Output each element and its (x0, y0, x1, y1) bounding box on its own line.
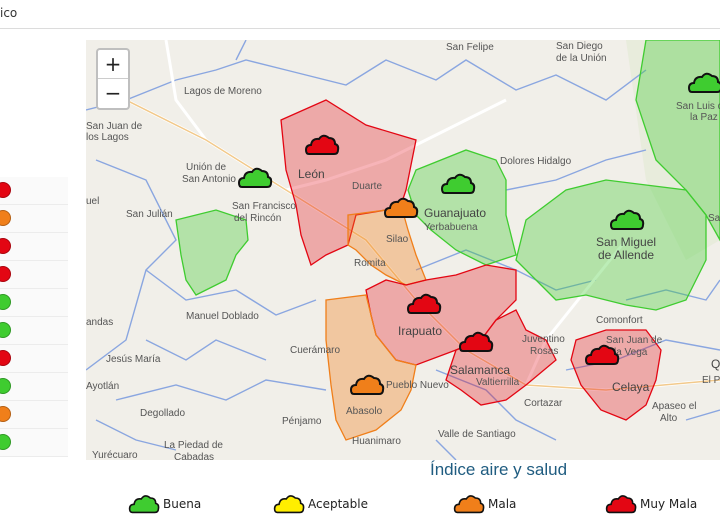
legend-label: Muy Mala (640, 497, 698, 511)
place-label: la Vega (614, 347, 648, 358)
place-label: La Piedad de (164, 440, 223, 451)
legend-item-mala: Mala (453, 493, 553, 517)
cloud-icon (128, 495, 160, 514)
place-label: Apaseo el (652, 401, 696, 412)
legend-label: Aceptable (308, 497, 368, 511)
place-label: Yerbabuena (424, 222, 478, 233)
station-row[interactable] (0, 261, 68, 289)
status-dot (0, 266, 11, 282)
place-label: Jesús María (106, 354, 161, 365)
place-label: de Allende (598, 248, 654, 262)
place-label: Silao (386, 234, 409, 245)
place-label: Romita (354, 258, 386, 269)
legend-label: Mala (488, 497, 517, 511)
cloud-icon (453, 495, 485, 514)
place-label: Q (711, 357, 720, 371)
place-label: Valtierrilla (476, 377, 520, 388)
zoom-out-button[interactable]: − (98, 78, 128, 107)
place-label: del Rincón (234, 213, 281, 224)
place-label: León (298, 167, 325, 181)
place-label: San Luis de (676, 101, 720, 112)
place-label: Dolores Hidalgo (500, 156, 572, 167)
place-label: San Miguel (596, 235, 656, 249)
place-label: Degollado (140, 408, 185, 419)
station-status-list (0, 177, 68, 457)
status-dot (0, 238, 11, 254)
place-label: Salamanca (450, 363, 510, 377)
status-dot (0, 182, 11, 198)
zoom-control: + − (96, 48, 130, 110)
place-label: San Diego (556, 41, 603, 52)
place-label: Cortazar (524, 398, 563, 409)
status-dot (0, 434, 11, 450)
place-label: los Lagos (86, 132, 129, 143)
place-label: Unión de (186, 162, 226, 173)
place-label: Irapuato (398, 324, 442, 338)
place-label: de la Unión (556, 53, 607, 64)
station-row[interactable] (0, 317, 68, 345)
place-label: Guanajuato (424, 206, 486, 220)
legend-title: Índice aire y salud (430, 460, 568, 479)
place-label: la Paz (690, 112, 718, 123)
status-dot (0, 378, 11, 394)
station-row[interactable] (0, 289, 68, 317)
place-label: San Francisco (232, 201, 296, 212)
place-label: andas (86, 317, 113, 328)
place-label: Alto (660, 413, 678, 424)
place-label: Cuerámaro (290, 345, 340, 356)
top-bar: ico (0, 0, 720, 29)
legend-item-buena: Buena (128, 493, 238, 517)
station-row[interactable] (0, 401, 68, 429)
map-canvas[interactable]: San Felipe San Diego de la Unión Lagos d… (86, 40, 720, 460)
zoom-in-button[interactable]: + (98, 50, 128, 78)
place-label: Yurécuaro (92, 450, 138, 460)
status-dot (0, 210, 11, 226)
place-label: uel (86, 196, 99, 207)
place-label: Comonfort (596, 315, 643, 326)
place-label: San Felipe (446, 42, 494, 53)
legend-item-aceptable: Aceptable (273, 493, 393, 517)
status-dot (0, 406, 11, 422)
status-dot (0, 294, 11, 310)
place-label: Pénjamo (282, 416, 322, 427)
place-label: Manuel Doblado (186, 311, 259, 322)
station-row[interactable] (0, 345, 68, 373)
place-label: Ayotlán (86, 381, 119, 392)
place-label: Pueblo Nuevo (386, 380, 449, 391)
page-title-fragment: ico (0, 6, 18, 20)
station-row[interactable] (0, 429, 68, 457)
station-row[interactable] (0, 373, 68, 401)
place-label: Duarte (352, 181, 382, 192)
cloud-icon (273, 495, 305, 514)
legend-label: Buena (163, 497, 202, 511)
place-label: Valle de Santiago (438, 429, 516, 440)
place-label: San Julián (126, 209, 173, 220)
place-label: Celaya (612, 380, 650, 394)
place-label: Rosas (530, 346, 558, 357)
status-dot (0, 350, 11, 366)
place-label: El P (702, 375, 720, 386)
legend-item-muy-mala: Muy Mala (605, 493, 715, 517)
place-label: San Juan de (606, 335, 663, 346)
station-row[interactable] (0, 205, 68, 233)
place-label: San (708, 213, 720, 224)
status-dot (0, 322, 11, 338)
cloud-icon (605, 495, 637, 514)
place-label: San Antonio (182, 174, 236, 185)
place-label: Juventino (522, 334, 565, 345)
place-label: Abasolo (346, 406, 383, 417)
station-row[interactable] (0, 233, 68, 261)
place-label: Huanimaro (352, 436, 401, 447)
place-label: Lagos de Moreno (184, 86, 262, 97)
place-label: Cabadas (174, 452, 214, 460)
station-row[interactable] (0, 177, 68, 205)
air-quality-map[interactable]: San Felipe San Diego de la Unión Lagos d… (86, 40, 720, 460)
place-label: San Juan de (86, 121, 143, 132)
